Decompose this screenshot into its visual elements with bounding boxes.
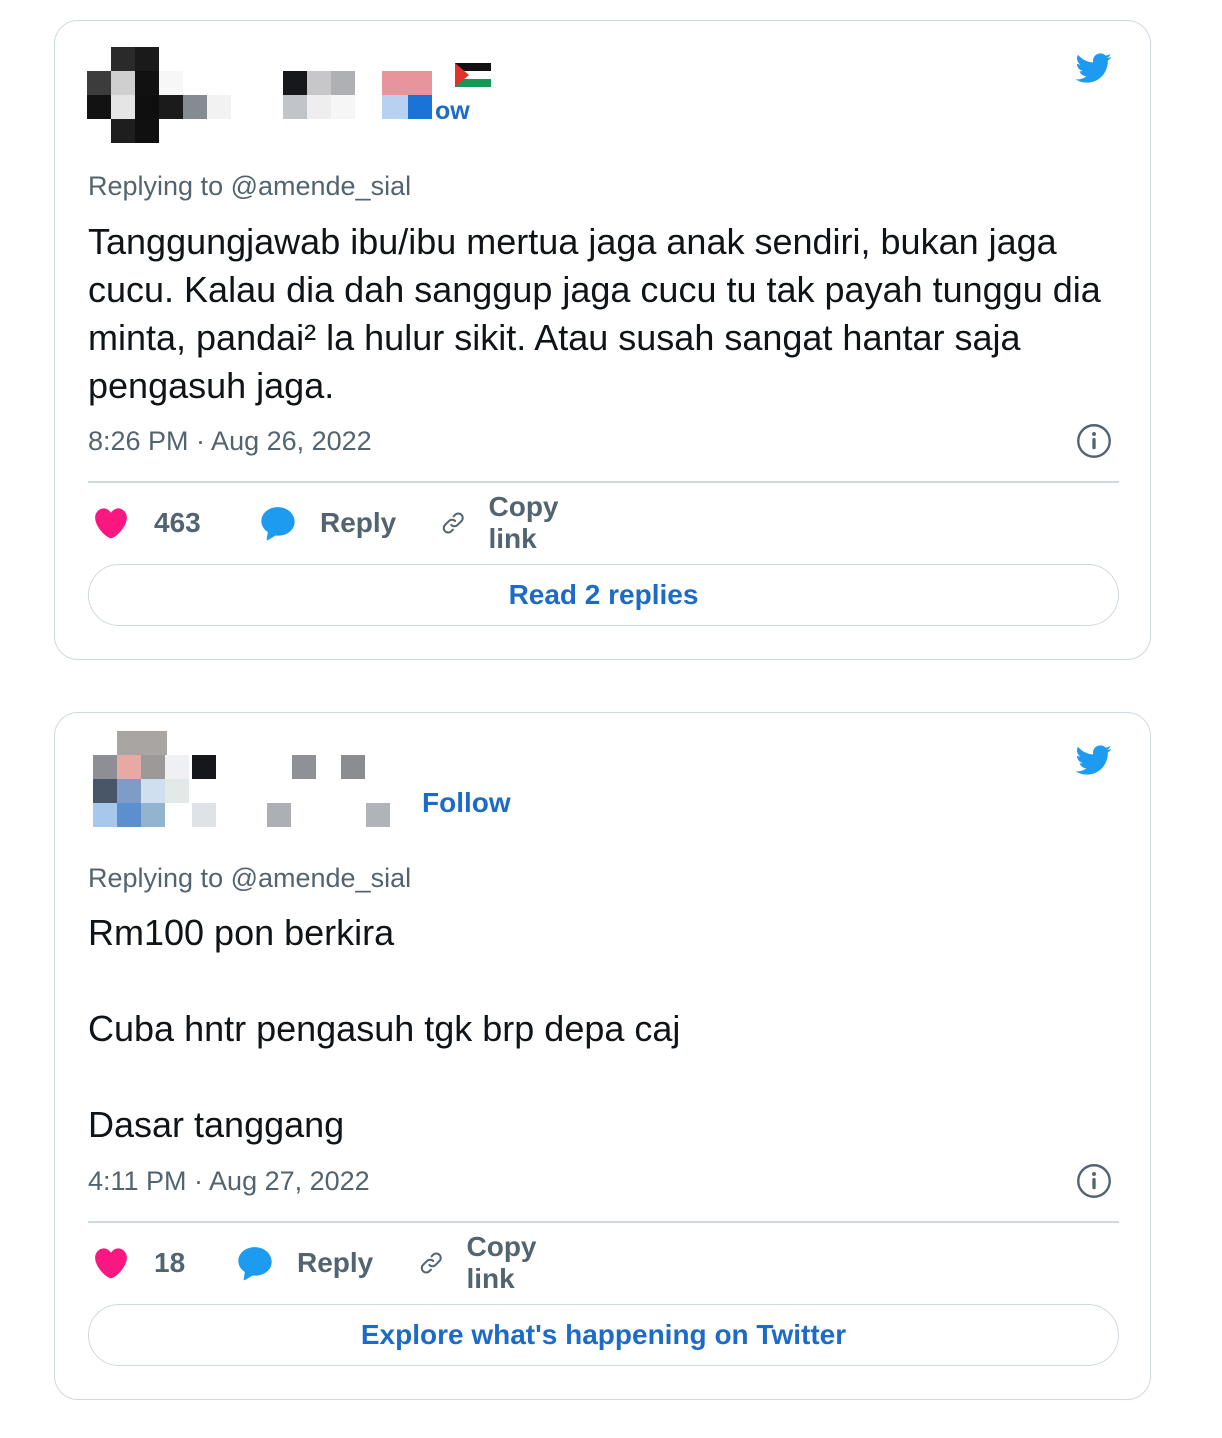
info-icon[interactable]	[1076, 423, 1112, 459]
reply-label: Reply	[297, 1247, 374, 1278]
tweet-paragraph: Rm100 pon berkira	[88, 912, 395, 953]
twitter-bird-icon[interactable]	[1070, 49, 1116, 87]
tweet-paragraph: Cuba hntr pengasuh tgk brp depa caj	[88, 1008, 681, 1049]
tweet-timestamp[interactable]: 8:26 PM · Aug 26, 2022	[88, 426, 372, 457]
reply-button[interactable]: Reply	[258, 501, 396, 545]
read-replies-button[interactable]: Read 2 replies	[88, 564, 1119, 626]
info-icon[interactable]	[1076, 1163, 1112, 1199]
explore-twitter-button[interactable]: Explore what's happening on Twitter	[88, 1304, 1119, 1366]
like-count: 18	[154, 1247, 186, 1278]
copy-link-label: Copy link	[466, 1231, 537, 1294]
copy-link-label: Copy link	[488, 491, 559, 554]
copy-link-button[interactable]: Copy link	[418, 1231, 550, 1294]
twitter-bird-icon[interactable]	[1070, 741, 1116, 779]
heart-icon	[92, 504, 130, 542]
tweet-paragraph: Dasar tanggang	[88, 1104, 345, 1145]
like-count: 463	[154, 507, 201, 538]
heart-icon	[92, 1244, 130, 1282]
tweet-card: ow Replying to @amende_sial Tanggungjawa…	[54, 20, 1151, 660]
divider	[88, 481, 1119, 483]
copy-link-button[interactable]: Copy link	[440, 491, 572, 554]
tweet-paragraph: Tanggungjawab ibu/ibu mertua jaga anak s…	[88, 221, 1101, 406]
follow-button[interactable]: ow	[435, 97, 470, 126]
reply-bubble-icon	[235, 1243, 275, 1283]
tweet-text: Tanggungjawab ibu/ibu mertua jaga anak s…	[88, 218, 1108, 410]
reply-label: Reply	[320, 507, 397, 538]
tweet-timestamp[interactable]: 4:11 PM · Aug 27, 2022	[88, 1166, 370, 1197]
follow-button[interactable]: Follow	[422, 787, 511, 819]
replying-to: Replying to @amende_sial	[88, 863, 412, 893]
replying-to: Replying to @amende_sial	[88, 171, 412, 201]
tweet-card: Follow Replying to @amende_sial Rm100 po…	[54, 712, 1151, 1400]
reply-button[interactable]: Reply	[235, 1241, 373, 1285]
palestine-flag-icon	[455, 63, 491, 87]
like-button[interactable]: 463	[92, 501, 201, 545]
divider	[88, 1221, 1119, 1223]
like-button[interactable]: 18	[92, 1241, 185, 1285]
link-icon	[440, 503, 467, 543]
link-icon	[418, 1243, 445, 1283]
tweet-text: Rm100 pon berkira Cuba hntr pengasuh tgk…	[88, 909, 1108, 1149]
reply-bubble-icon	[258, 503, 298, 543]
